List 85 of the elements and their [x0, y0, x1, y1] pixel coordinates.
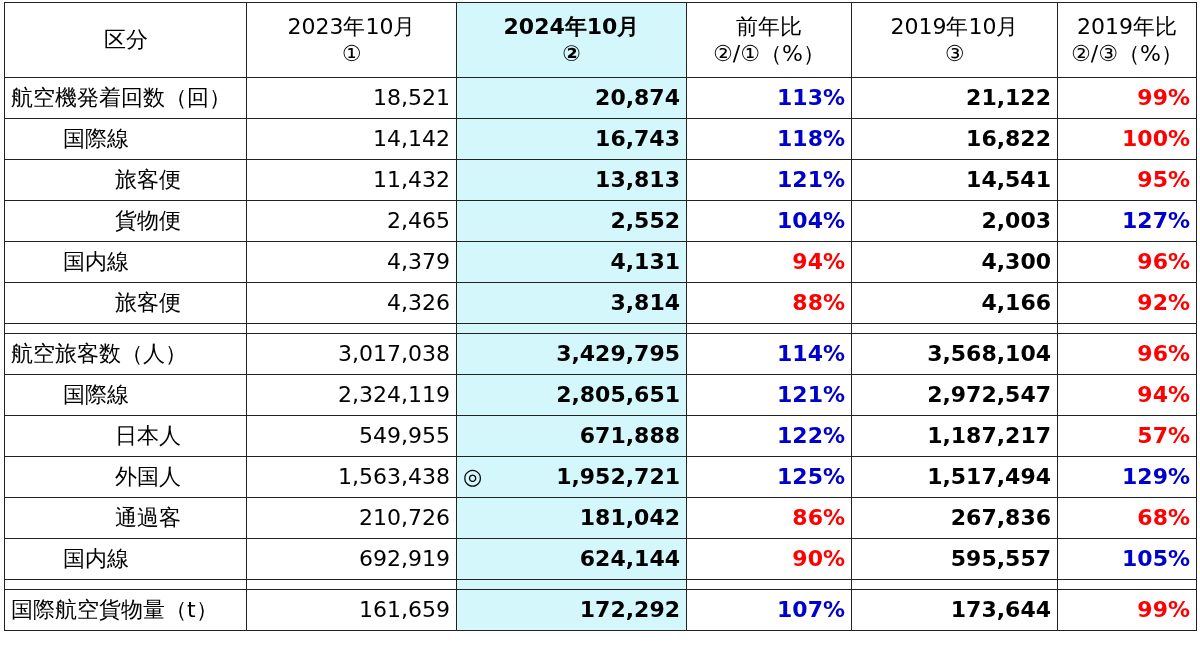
value-cell: 2,324,119 [246, 374, 457, 416]
ratio-cell: 99% [1057, 77, 1197, 119]
category-label: 貨物便 [4, 200, 247, 242]
category-label: 通過客 [4, 497, 247, 539]
ratio-cell: 95% [1057, 159, 1197, 201]
ratio-cell: 114% [686, 333, 852, 375]
value-cell: 4,300 [851, 241, 1058, 283]
ratio-cell: 88% [686, 282, 852, 324]
column-header: 前年比 ②/①（%） [686, 2, 852, 78]
ratio-cell: 86% [686, 497, 852, 539]
value-cell: 1,563,438 [246, 456, 457, 498]
ratio-cell: 99% [1057, 589, 1197, 631]
ratio-cell: 100% [1057, 118, 1197, 160]
value-cell: 2,003 [851, 200, 1058, 242]
ratio-cell: 127% [1057, 200, 1197, 242]
category-label: 国際線 [4, 374, 247, 416]
ratio-cell: 96% [1057, 241, 1197, 283]
category-label: 国際航空貨物量（t） [4, 589, 247, 631]
column-header: 2019年比 ②/③（%） [1057, 2, 1197, 78]
ratio-cell: 90% [686, 538, 852, 580]
value-cell: 21,122 [851, 77, 1058, 119]
value-cell: 172,292 [456, 589, 687, 631]
value-cell: 1,187,217 [851, 415, 1058, 457]
category-label: 航空機発着回数（回） [4, 77, 247, 119]
value-cell: 13,813 [456, 159, 687, 201]
value-cell: 14,142 [246, 118, 457, 160]
column-header: 2023年10月 ① [246, 2, 457, 78]
category-label: 国内線 [4, 538, 247, 580]
value-cell: 2,552 [456, 200, 687, 242]
value-cell: 4,131 [456, 241, 687, 283]
ratio-cell: 68% [1057, 497, 1197, 539]
value-cell: 181,042 [456, 497, 687, 539]
value-cell: 4,326 [246, 282, 457, 324]
ratio-cell: 57% [1057, 415, 1197, 457]
value-cell: 692,919 [246, 538, 457, 580]
value-cell: 16,743 [456, 118, 687, 160]
ratio-cell: 122% [686, 415, 852, 457]
value-cell: 3,814 [456, 282, 687, 324]
ratio-cell: 92% [1057, 282, 1197, 324]
value-cell: 3,017,038 [246, 333, 457, 375]
value-cell: 11,432 [246, 159, 457, 201]
column-header: 区分 [4, 2, 247, 78]
value-cell: 1,517,494 [851, 456, 1058, 498]
ratio-cell: 118% [686, 118, 852, 160]
column-header: 2024年10月 ② [456, 2, 687, 78]
ratio-cell: 113% [686, 77, 852, 119]
ratio-cell: 94% [1057, 374, 1197, 416]
category-label: 外国人 [4, 456, 247, 498]
note-mark: ◎ [463, 463, 483, 491]
value-cell: 16,822 [851, 118, 1058, 160]
category-label: 旅客便 [4, 159, 247, 201]
ratio-cell: 129% [1057, 456, 1197, 498]
ratio-cell: 121% [686, 159, 852, 201]
ratio-cell: 107% [686, 589, 852, 631]
ratio-cell: 104% [686, 200, 852, 242]
column-header: 2019年10月 ③ [851, 2, 1058, 78]
category-label: 日本人 [4, 415, 247, 457]
value-cell: 161,659 [246, 589, 457, 631]
value-text: 1,952,721 [556, 463, 680, 491]
value-cell: 2,465 [246, 200, 457, 242]
value-cell: 210,726 [246, 497, 457, 539]
value-cell: 2,972,547 [851, 374, 1058, 416]
value-cell: 671,888 [456, 415, 687, 457]
ratio-cell: 121% [686, 374, 852, 416]
value-cell: 549,955 [246, 415, 457, 457]
value-cell: 173,644 [851, 589, 1058, 631]
value-cell: 624,144 [456, 538, 687, 580]
value-cell: 595,557 [851, 538, 1058, 580]
category-label: 国内線 [4, 241, 247, 283]
category-label: 国際線 [4, 118, 247, 160]
value-cell: 4,166 [851, 282, 1058, 324]
ratio-cell: 105% [1057, 538, 1197, 580]
value-cell: 3,429,795 [456, 333, 687, 375]
value-cell: 20,874 [456, 77, 687, 119]
ratio-cell: 94% [686, 241, 852, 283]
value-cell: 2,805,651 [456, 374, 687, 416]
category-label: 旅客便 [4, 282, 247, 324]
value-cell: 3,568,104 [851, 333, 1058, 375]
value-cell: 4,379 [246, 241, 457, 283]
category-label: 航空旅客数（人） [4, 333, 247, 375]
value-cell: 18,521 [246, 77, 457, 119]
ratio-cell: 125% [686, 456, 852, 498]
ratio-cell: 96% [1057, 333, 1197, 375]
value-cell: 14,541 [851, 159, 1058, 201]
value-cell: 267,836 [851, 497, 1058, 539]
